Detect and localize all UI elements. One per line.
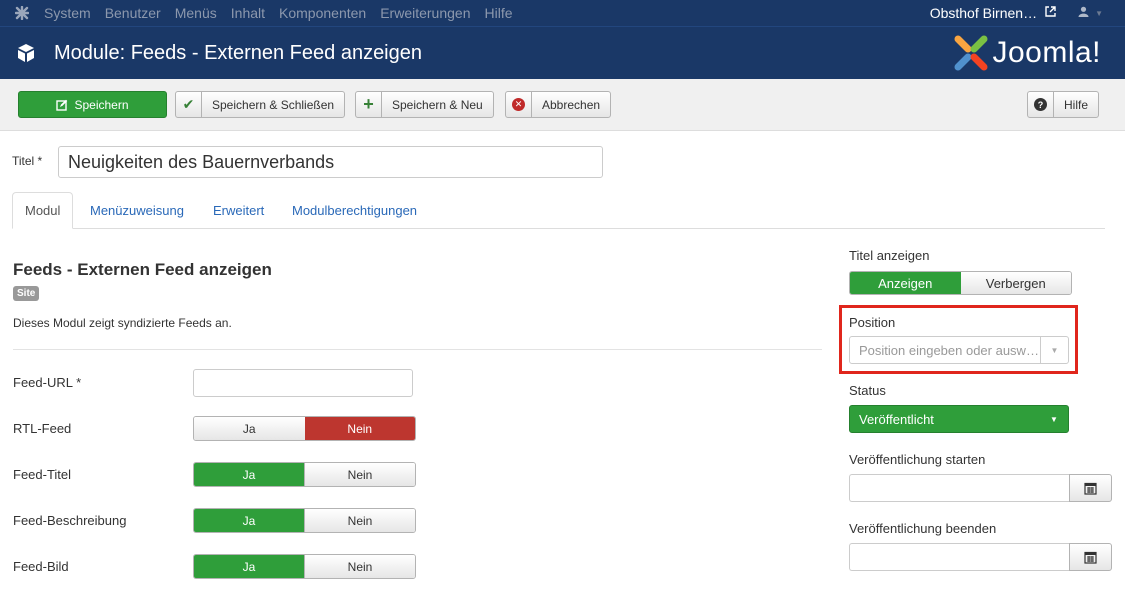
status-label: Status — [849, 383, 886, 398]
cancel-icon: ✕ — [506, 92, 532, 117]
feed-image-toggle: Ja Nein — [193, 554, 416, 579]
chevron-down-icon: ▼ — [1095, 8, 1103, 18]
divider — [13, 349, 822, 350]
top-menu-bar: System Benutzer Menüs Inhalt Komponenten… — [0, 0, 1125, 26]
rtl-feed-no[interactable]: Nein — [304, 417, 415, 440]
external-link-icon — [1045, 6, 1056, 20]
check-icon: ✔ — [176, 92, 202, 117]
feed-description-yes[interactable]: Ja — [194, 509, 304, 532]
plus-icon: + — [356, 92, 382, 117]
site-badge: Site — [13, 286, 40, 301]
menu-users[interactable]: Benutzer — [105, 5, 161, 21]
feed-title-label: Feed-Titel — [13, 467, 72, 482]
publish-up-input[interactable] — [849, 474, 1069, 502]
toolbar: Speichern ✔ Speichern & Schließen + Spei… — [0, 79, 1125, 131]
calendar-icon — [1084, 482, 1097, 495]
menu-components[interactable]: Komponenten — [279, 5, 366, 21]
feed-url-label: Feed-URL * — [13, 375, 82, 390]
page-header: Module: Feeds - Externen Feed anzeigen J… — [0, 26, 1125, 79]
menu-system[interactable]: System — [44, 5, 91, 21]
calendar-icon — [1084, 551, 1097, 564]
save-new-label: Speichern & Neu — [392, 97, 483, 112]
feed-image-yes[interactable]: Ja — [194, 555, 304, 578]
module-description: Dieses Modul zeigt syndizierte Feeds an. — [13, 316, 232, 330]
save-close-button[interactable]: ✔ Speichern & Schließen — [175, 91, 346, 118]
save-new-button[interactable]: + Speichern & Neu — [355, 91, 494, 118]
tab-menu-assignment[interactable]: Menüzuweisung — [90, 192, 184, 229]
chevron-down-icon[interactable]: ▼ — [1040, 337, 1068, 363]
site-link[interactable]: Obsthof Birnen… — [930, 5, 1037, 21]
user-icon — [1078, 6, 1089, 20]
menu-extensions[interactable]: Erweiterungen — [380, 5, 470, 21]
show-title-toggle: Anzeigen Verbergen — [849, 271, 1072, 295]
chevron-down-icon: ▼ — [1050, 414, 1058, 424]
save-button[interactable]: Speichern — [18, 91, 167, 118]
show-title-show[interactable]: Anzeigen — [850, 272, 961, 294]
feed-description-toggle: Ja Nein — [193, 508, 416, 533]
joomla-wordmark: Joomla! — [992, 36, 1101, 69]
show-title-hide[interactable]: Verbergen — [960, 272, 1071, 294]
joomla-logo: Joomla! — [952, 35, 1101, 71]
rtl-feed-toggle: Ja Nein — [193, 416, 416, 441]
cancel-label: Abbrechen — [542, 97, 601, 112]
position-placeholder: Position eingeben oder ausw… — [859, 342, 1039, 358]
show-title-label: Titel anzeigen — [849, 248, 930, 263]
feed-description-no[interactable]: Nein — [304, 509, 415, 532]
publish-down-label: Veröffentlichung beenden — [849, 521, 997, 536]
tab-bar: Modul Menüzuweisung Erweitert Modulberec… — [12, 192, 1105, 229]
edit-icon — [56, 92, 68, 117]
feed-image-no[interactable]: Nein — [304, 555, 415, 578]
publish-up-label: Veröffentlichung starten — [849, 452, 986, 467]
cube-icon — [18, 44, 34, 62]
feed-description-label: Feed-Beschreibung — [13, 513, 127, 528]
status-value: Veröffentlicht — [859, 411, 934, 427]
rtl-feed-yes[interactable]: Ja — [194, 417, 305, 440]
joomla-logo-icon — [954, 35, 988, 71]
joomla-menu-icon[interactable] — [0, 0, 44, 26]
feed-title-toggle: Ja Nein — [193, 462, 416, 487]
calendar-button[interactable] — [1069, 474, 1112, 502]
module-heading: Feeds - Externen Feed anzeigen — [13, 260, 272, 279]
help-label: Hilfe — [1064, 97, 1089, 112]
position-select[interactable]: Position eingeben oder ausw… ▼ — [849, 336, 1069, 364]
cancel-button[interactable]: ✕ Abbrechen — [505, 91, 612, 118]
page-title: Module: Feeds - Externen Feed anzeigen — [54, 41, 422, 64]
save-close-label: Speichern & Schließen — [212, 97, 335, 112]
rtl-feed-label: RTL-Feed — [13, 421, 72, 436]
position-label: Position — [849, 315, 896, 330]
feed-url-input[interactable] — [193, 369, 413, 397]
feed-title-yes[interactable]: Ja — [194, 463, 304, 486]
menu-content[interactable]: Inhalt — [231, 5, 265, 21]
user-menu[interactable]: ▼ — [1078, 6, 1103, 20]
publish-down-input[interactable] — [849, 543, 1069, 571]
feed-image-label: Feed-Bild — [13, 559, 69, 574]
feed-title-no[interactable]: Nein — [304, 463, 415, 486]
menu-help[interactable]: Hilfe — [484, 5, 512, 21]
main-menu: System Benutzer Menüs Inhalt Komponenten… — [44, 5, 527, 21]
help-button[interactable]: ? Hilfe — [1027, 91, 1100, 118]
question-icon: ? — [1028, 92, 1054, 117]
menu-menus[interactable]: Menüs — [175, 5, 217, 21]
title-input[interactable] — [58, 146, 603, 178]
tab-module-permissions[interactable]: Modulberechtigungen — [292, 192, 417, 229]
calendar-button[interactable] — [1069, 543, 1112, 571]
title-label: Titel * — [12, 154, 43, 168]
tab-module[interactable]: Modul — [12, 192, 74, 229]
tab-advanced[interactable]: Erweitert — [213, 192, 264, 229]
save-label: Speichern — [74, 97, 129, 112]
status-select[interactable]: Veröffentlicht ▼ — [849, 405, 1069, 433]
